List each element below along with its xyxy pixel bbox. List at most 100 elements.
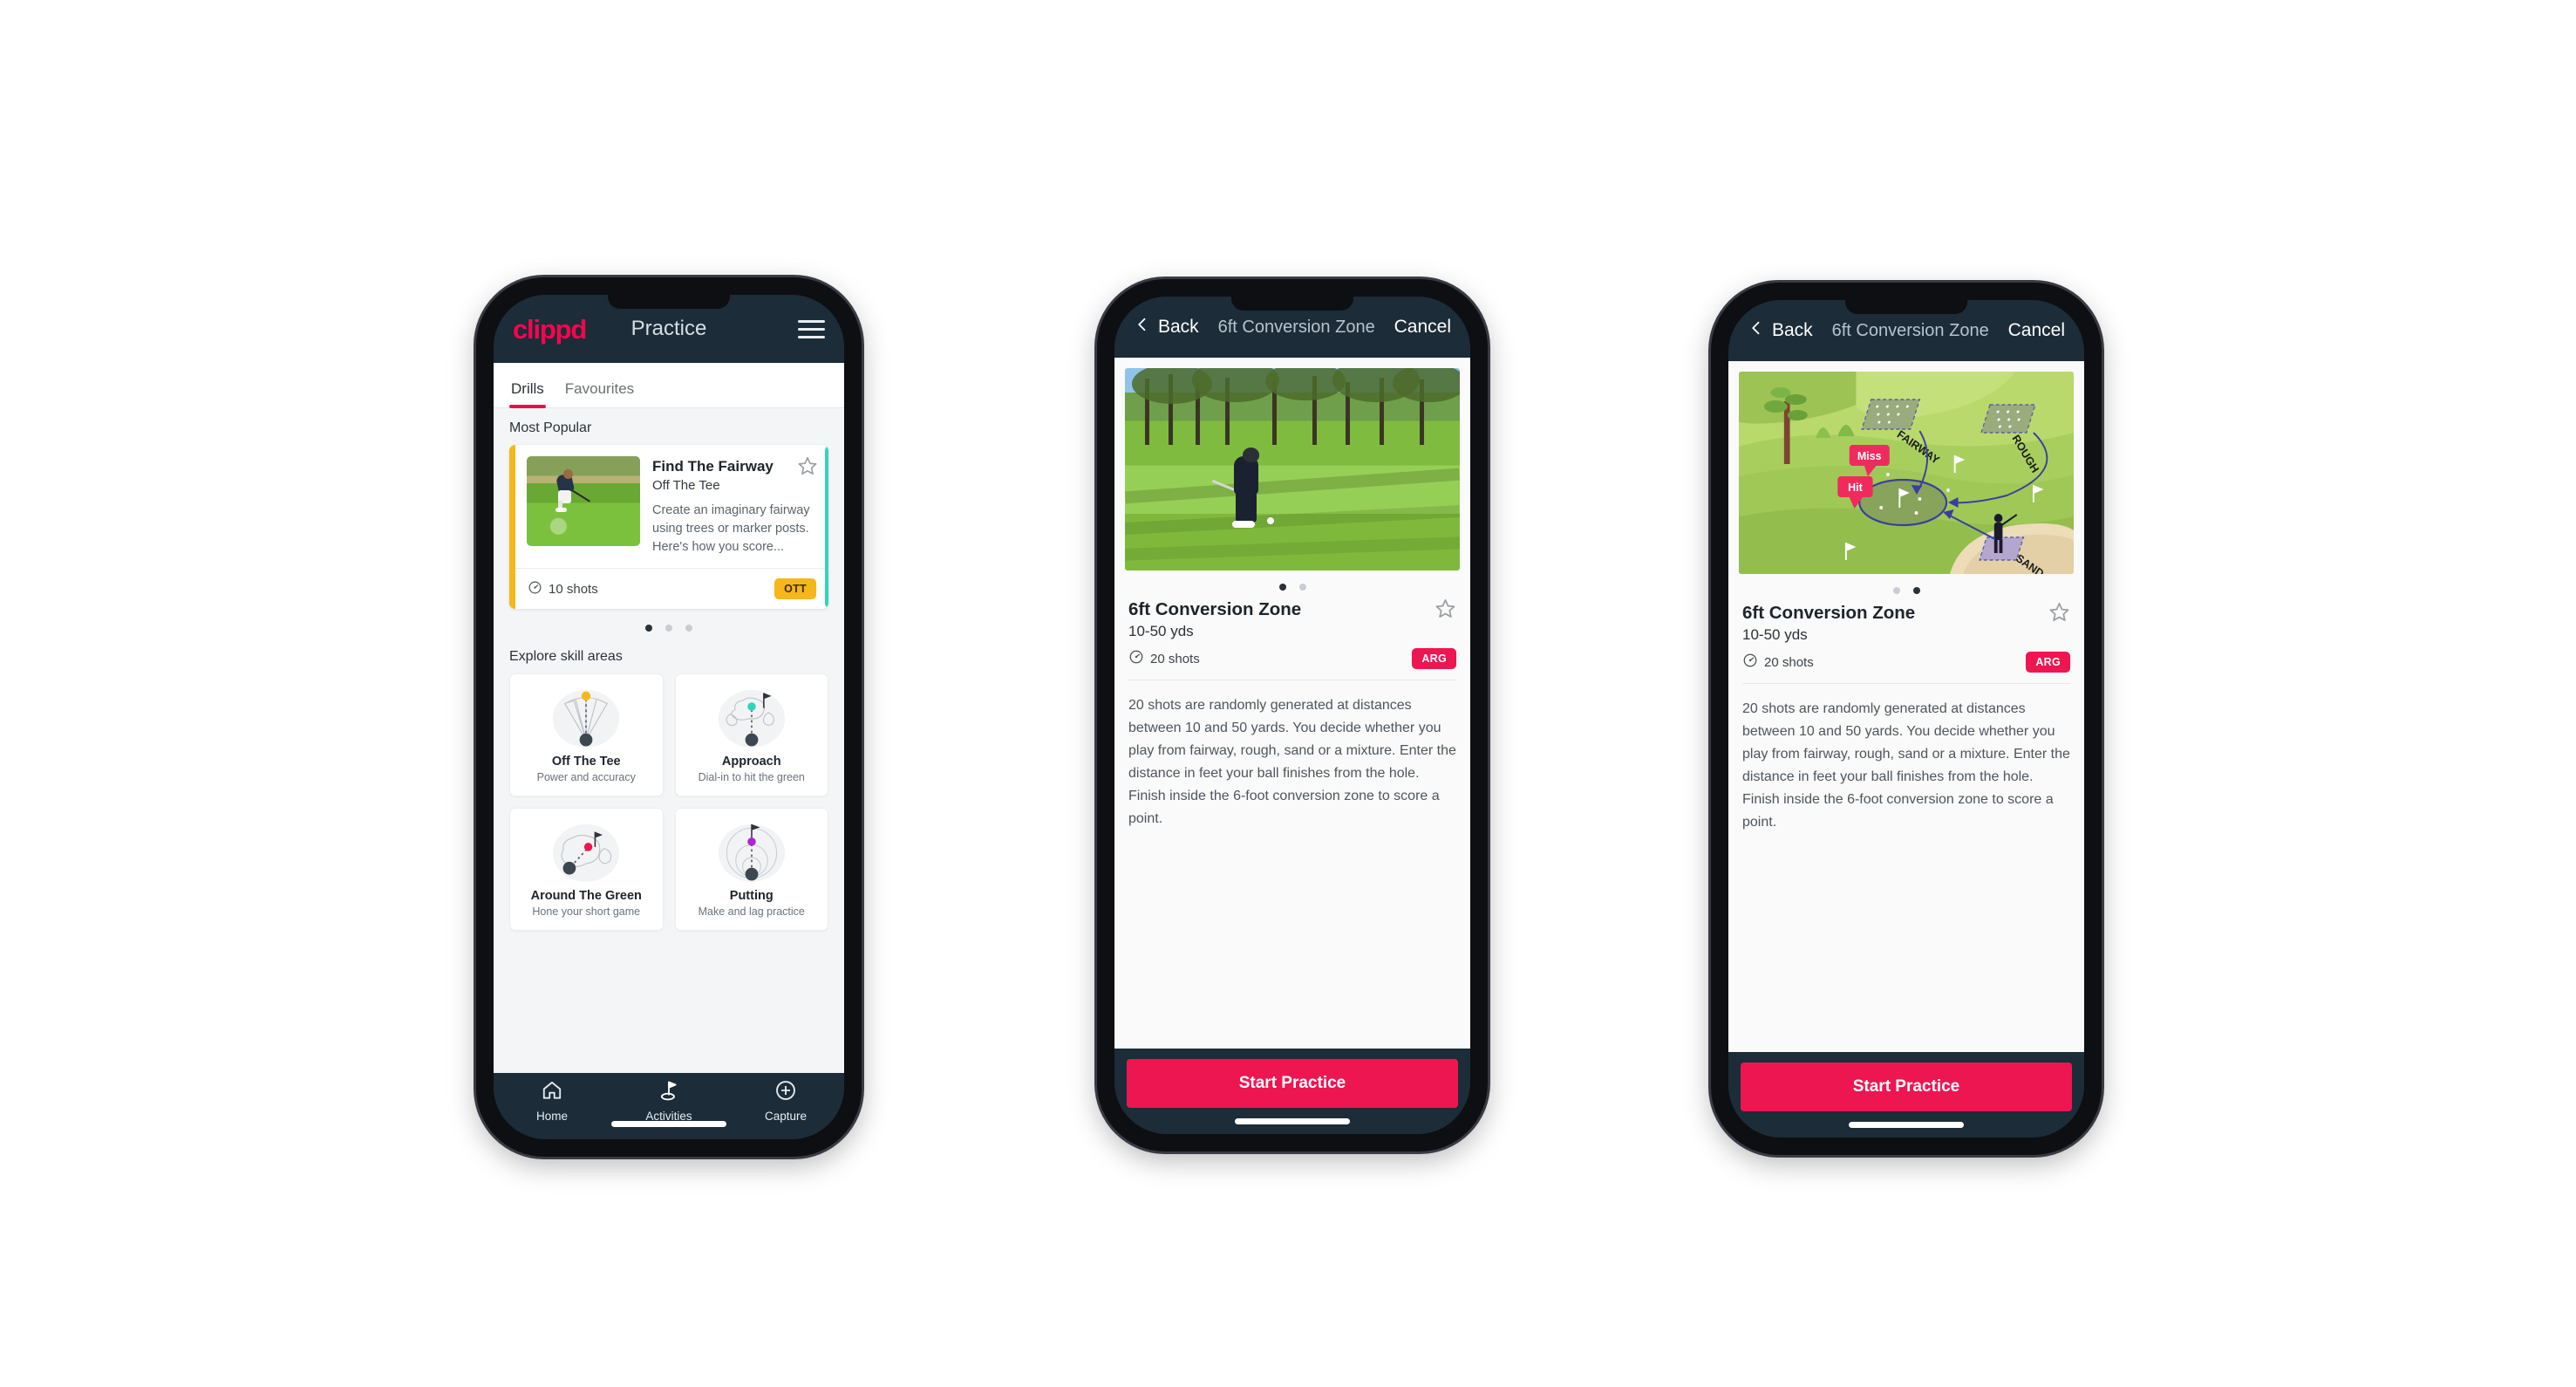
back-button[interactable]: Back [1134, 316, 1199, 338]
back-label: Back [1158, 317, 1199, 337]
clippd-logo: clippd [513, 313, 587, 345]
nav-label: Home [535, 1110, 568, 1123]
carousel-dot-2[interactable] [1298, 584, 1306, 591]
detail-meta-row: 20 shots ARG [1742, 652, 2070, 673]
nav-item-capture[interactable]: Capture [751, 1079, 821, 1123]
star-outline-icon[interactable] [2048, 601, 2070, 623]
phone1-notch [608, 295, 730, 309]
drill-info: Find The Fairway Off The Tee Create an i… [652, 456, 817, 557]
phone3-notch [1845, 300, 1967, 314]
phone2-screen: Back 6ft Conversion Zone Cancel 6ft Conv… [1114, 297, 1470, 1134]
skill-card-approach[interactable]: Approach Dial-in to hit the green [674, 673, 828, 797]
drill-subtitle: Off The Tee [652, 478, 720, 494]
shots-label: 10 shots [549, 581, 598, 597]
skill-card-putting[interactable]: Putting Make and lag practice [674, 808, 828, 932]
tab-drills[interactable]: Drills [509, 380, 555, 408]
drill-description: 20 shots are randomly generated at dista… [1128, 698, 1456, 826]
skill-card-off-the-tee[interactable]: Off The Tee Power and accuracy [509, 673, 664, 797]
start-practice-button[interactable]: Start Practice [1127, 1059, 1458, 1108]
carousel-dots [1114, 571, 1470, 596]
skill-areas-grid: Off The Tee Power and accuracy Approach … [494, 673, 844, 943]
shots-count: 20 shots [1742, 653, 1814, 672]
phone3-screen: Back 6ft Conversion Zone Cancel FAIRWAY … [1728, 300, 2084, 1138]
drill-description: Create an imaginary fairway using trees … [652, 503, 810, 555]
star-outline-icon[interactable] [1435, 598, 1456, 619]
home-icon [541, 1079, 563, 1106]
target-icon [1128, 649, 1144, 668]
next-card-peek [825, 445, 828, 610]
detail-meta-row: 20 shots ARG [1128, 648, 1456, 669]
nav-item-home[interactable]: Home [517, 1079, 587, 1123]
svg-text:Miss: Miss [1857, 449, 1882, 462]
carousel-dot-2[interactable] [1912, 587, 1920, 594]
phone-mockup-drill-detail-diagram: Back 6ft Conversion Zone Cancel FAIRWAY … [1711, 283, 2102, 1155]
tree-line [1125, 368, 1460, 446]
around-the-green-icon [517, 821, 656, 884]
nav-label: Capture [764, 1110, 808, 1123]
chevron-left-icon [1748, 319, 1765, 342]
skill-name: Approach [721, 755, 781, 769]
putting-rings-icon [683, 821, 821, 884]
target-icon [528, 580, 542, 598]
drill-title: Find The Fairway [652, 458, 773, 475]
phone-mockup-drill-detail-photo: Back 6ft Conversion Zone Cancel 6ft Conv… [1097, 279, 1488, 1151]
target-icon [1742, 653, 1758, 672]
drill-thumbnail [527, 456, 640, 546]
back-button[interactable]: Back [1748, 319, 1813, 342]
phone2-content: 6ft Conversion Zone 10-50 yds 20 shots A… [1114, 358, 1470, 1049]
drill-distance-range: 10-50 yds [1128, 623, 1194, 639]
golfer-figure [554, 468, 591, 512]
detail-header: 6ft Conversion Zone 10-50 yds 20 shots A… [1114, 596, 1470, 669]
skill-name: Putting [729, 889, 773, 904]
shots-count: 10 shots [528, 580, 598, 598]
home-indicator [611, 1121, 726, 1127]
tee-shot-fan-icon [517, 687, 656, 749]
carousel-dot-1[interactable] [645, 625, 652, 632]
detail-page-title: 6ft Conversion Zone [1831, 320, 1989, 340]
carousel-dots [1728, 574, 2084, 599]
section-skill-areas-label: Explore skill areas [509, 649, 623, 665]
hero-media-illustration[interactable]: FAIRWAY ROUGH SAND Miss Hit [1739, 372, 2074, 574]
phone1-content: Most Popular Find The Fairway Off The Te… [494, 408, 844, 1073]
phone2-notch [1231, 297, 1353, 311]
hero-wrapper: FAIRWAY ROUGH SAND Miss Hit [1728, 361, 2084, 574]
bottom-navigation: Home Activities Capture [494, 1073, 844, 1139]
detail-page-title: 6ft Conversion Zone [1217, 317, 1375, 337]
tab-bar: Drills Favourites [494, 363, 844, 408]
start-practice-button[interactable]: Start Practice [1741, 1062, 2072, 1111]
back-label: Back [1772, 320, 1813, 340]
shots-count: 20 shots [1128, 649, 1200, 668]
carousel-dot-1[interactable] [1892, 587, 1900, 594]
tab-favourites[interactable]: Favourites [555, 380, 644, 407]
screenshot-stage: clippd Practice Drills Favourites Most P… [0, 0, 2576, 1387]
drill-card-footer: 10 shots OTT [515, 568, 828, 609]
carousel-dot-1[interactable] [1278, 584, 1286, 591]
hamburger-icon[interactable] [798, 319, 825, 338]
drill-title: 6ft Conversion Zone [1128, 599, 1302, 619]
skill-desc: Hone your short game [532, 905, 641, 919]
golfer-pitching-photo [1125, 368, 1460, 571]
cancel-button[interactable]: Cancel [2008, 320, 2065, 341]
chevron-left-icon [1134, 316, 1151, 338]
drill-description: 20 shots are randomly generated at dista… [1742, 701, 2070, 830]
skill-card-around-the-green[interactable]: Around The Green Hone your short game [509, 808, 664, 932]
skill-chip-arg: ARG [2026, 652, 2070, 673]
carousel-dot-3[interactable] [685, 625, 692, 632]
cancel-button[interactable]: Cancel [1394, 317, 1451, 338]
hero-media-photo[interactable] [1125, 368, 1460, 571]
home-indicator [1235, 1118, 1350, 1124]
skill-desc: Make and lag practice [698, 905, 805, 919]
nav-item-activities[interactable]: Activities [634, 1079, 704, 1123]
drill-distance-range: 10-50 yds [1742, 626, 1808, 643]
phone-mockup-practice-list: clippd Practice Drills Favourites Most P… [476, 277, 862, 1157]
drill-card-find-the-fairway[interactable]: Find The Fairway Off The Tee Create an i… [509, 445, 828, 610]
section-most-popular-label: Most Popular [509, 420, 592, 435]
hero-wrapper [1114, 358, 1470, 571]
phone3-content: FAIRWAY ROUGH SAND Miss Hit 6ft Conversi… [1728, 361, 2084, 1052]
drill-card-top: Find The Fairway Off The Tee Create an i… [515, 445, 828, 568]
carousel-dot-2[interactable] [665, 625, 672, 632]
shots-label: 20 shots [1764, 654, 1814, 670]
star-outline-icon[interactable] [797, 455, 818, 476]
skill-chip-arg: ARG [1412, 648, 1456, 669]
drill-title: 6ft Conversion Zone [1742, 603, 1916, 623]
